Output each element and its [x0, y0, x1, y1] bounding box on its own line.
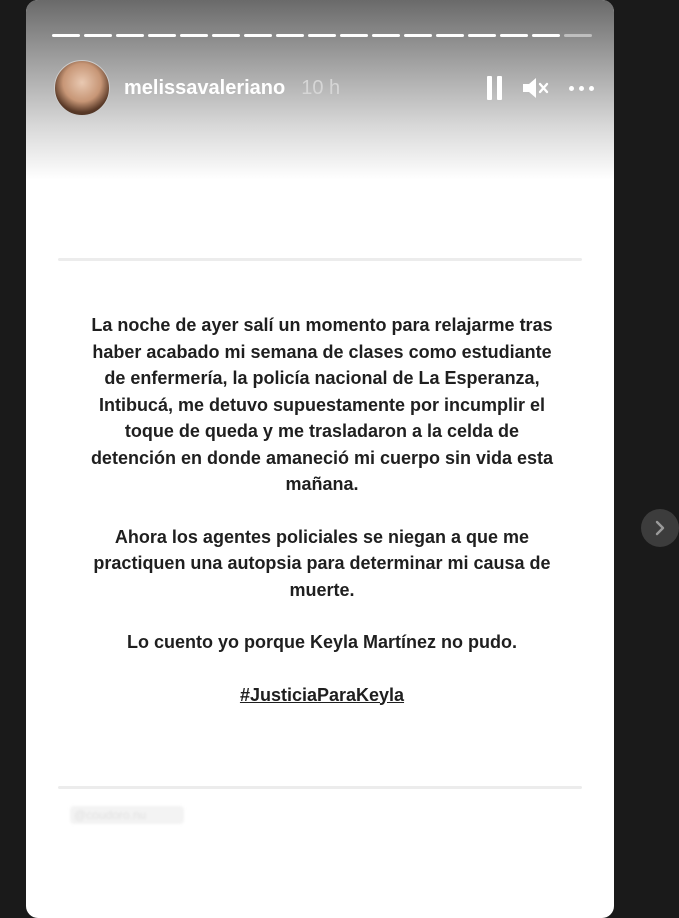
- story-header: melissavaleriano 10 h: [54, 60, 594, 116]
- story-controls: [487, 76, 594, 100]
- progress-segment: [148, 34, 176, 37]
- progress-segment: [404, 34, 432, 37]
- progress-segment: [212, 34, 240, 37]
- message-paragraph: Lo cuento yo porque Keyla Martínez no pu…: [126, 632, 517, 652]
- progress-segment: [372, 34, 400, 37]
- progress-segment: [436, 34, 464, 37]
- pause-icon: [487, 76, 503, 100]
- progress-segment: [308, 34, 336, 37]
- mute-button[interactable]: [521, 76, 551, 100]
- progress-segment: [180, 34, 208, 37]
- post-time: 10 h: [301, 76, 341, 99]
- message-paragraph: Ahora los agentes policiales se niegan a…: [93, 526, 551, 600]
- progress-segment: [564, 34, 592, 37]
- more-options-button[interactable]: [569, 85, 594, 91]
- story-card[interactable]: melissavaleriano 10 h La noche de ayer s…: [26, 0, 614, 918]
- progress-segment: [340, 34, 368, 37]
- message-paragraph: La noche de ayer salí un momento para re…: [90, 315, 554, 494]
- progress-segment: [532, 34, 560, 37]
- top-divider: [58, 258, 582, 261]
- progress-segment: [84, 34, 112, 37]
- story-message: La noche de ayer salí un momento para re…: [82, 312, 562, 734]
- progress-segment: [468, 34, 496, 37]
- next-story-button[interactable]: [641, 509, 679, 547]
- story-progress-bar: [52, 34, 592, 37]
- progress-segment: [500, 34, 528, 37]
- hashtag-link[interactable]: #JusticiaParaKeyla: [82, 682, 562, 709]
- avatar[interactable]: [54, 60, 110, 116]
- progress-segment: [276, 34, 304, 37]
- speaker-muted-icon: [523, 78, 549, 98]
- more-dots-icon: [569, 85, 594, 91]
- username[interactable]: melissavaleriano: [124, 77, 285, 100]
- progress-segment: [116, 34, 144, 37]
- progress-segment: [244, 34, 272, 37]
- blurred-watermark: @coudoro.nu: [70, 806, 184, 824]
- bottom-divider: [58, 786, 582, 789]
- pause-button[interactable]: [487, 76, 503, 100]
- chevron-right-icon: [655, 520, 665, 536]
- progress-segment: [52, 34, 80, 37]
